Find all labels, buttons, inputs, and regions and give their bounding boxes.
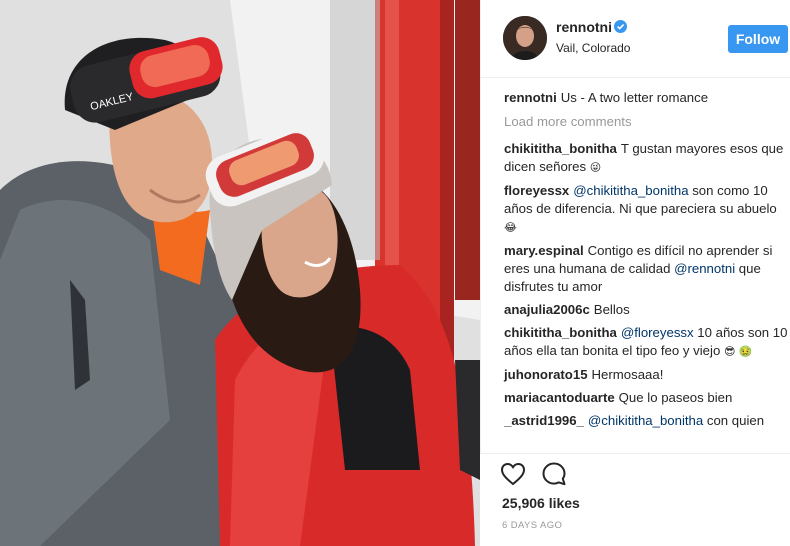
comment-mention[interactable]: @rennotni — [674, 261, 735, 276]
comment-username[interactable]: chikititha_bonitha — [504, 141, 617, 156]
caption-username[interactable]: rennotni — [504, 90, 557, 105]
comments-list: rennotni Us - A two letter romance Load m… — [504, 89, 788, 435]
post-header: rennotni Vail, Colorado Follow — [481, 0, 790, 78]
load-more-comments-link[interactable]: Load more comments — [504, 113, 788, 131]
post-location[interactable]: Vail, Colorado — [556, 41, 630, 55]
comment-username[interactable]: _astrid1996_ — [504, 413, 584, 428]
comment-mention[interactable]: @chikititha_bonitha — [573, 183, 688, 198]
verified-badge-icon — [614, 20, 627, 33]
comment-item: mariacantoduarte Que lo paseos bien — [504, 389, 788, 407]
post-timestamp[interactable]: 6 DAYS AGO — [502, 520, 562, 531]
comment-emoji: 😂 — [504, 221, 517, 234]
post-username[interactable]: rennotni — [556, 19, 612, 35]
heart-icon[interactable] — [500, 461, 526, 487]
follow-button[interactable]: Follow — [728, 25, 788, 53]
comment-item: chikititha_bonitha T gustan mayores esos … — [504, 140, 788, 177]
comment-username[interactable]: mariacantoduarte — [504, 390, 615, 405]
likes-count[interactable]: 25,906 likes — [502, 495, 580, 511]
caption-text: Us - A two letter romance — [560, 90, 709, 105]
caption: rennotni Us - A two letter romance — [504, 89, 788, 107]
comment-text: Bellos — [593, 302, 630, 317]
comment-text: Que lo paseos bien — [618, 390, 733, 405]
comment-emoji: 😎 🤢 — [723, 345, 753, 358]
comment-username[interactable]: mary.espinal — [504, 243, 584, 258]
comment-bubble-icon[interactable] — [541, 461, 567, 487]
comment-username[interactable]: chikititha_bonitha — [504, 325, 617, 340]
post-photo[interactable]: OAKLEY — [0, 0, 480, 546]
comment-username[interactable]: floreyessx — [504, 183, 569, 198]
photo-illustration: OAKLEY — [0, 0, 480, 546]
comment-mention[interactable]: @floreyessx — [621, 325, 694, 340]
comment-item: chikititha_bonitha @floreyessx 10 años so… — [504, 324, 788, 361]
comment-emoji: 😜 — [589, 161, 602, 174]
instagram-post: OAKLEY rennotni Vail, Colorado Follow re… — [0, 0, 790, 546]
comment-item: anajulia2006c Bellos — [504, 301, 788, 319]
comment-item: juhonorato15 Hermosaaa! — [504, 366, 788, 384]
comment-text: con quien — [703, 413, 765, 428]
comment-item: floreyessx @chikititha_bonitha son como 1… — [504, 182, 788, 237]
avatar-image — [503, 16, 547, 60]
comment-item: _astrid1996_ @chikititha_bonitha con quie… — [504, 412, 788, 430]
comment-username[interactable]: juhonorato15 — [504, 367, 588, 382]
comment-item: mary.espinal Contigo es difícil no aprend… — [504, 242, 788, 296]
comment-username[interactable]: anajulia2006c — [504, 302, 590, 317]
comment-text: Hermosaaa! — [591, 367, 664, 382]
comment-mention[interactable]: @chikititha_bonitha — [588, 413, 703, 428]
avatar[interactable] — [503, 16, 547, 60]
post-actions: 25,906 likes 6 DAYS AGO — [480, 453, 790, 546]
